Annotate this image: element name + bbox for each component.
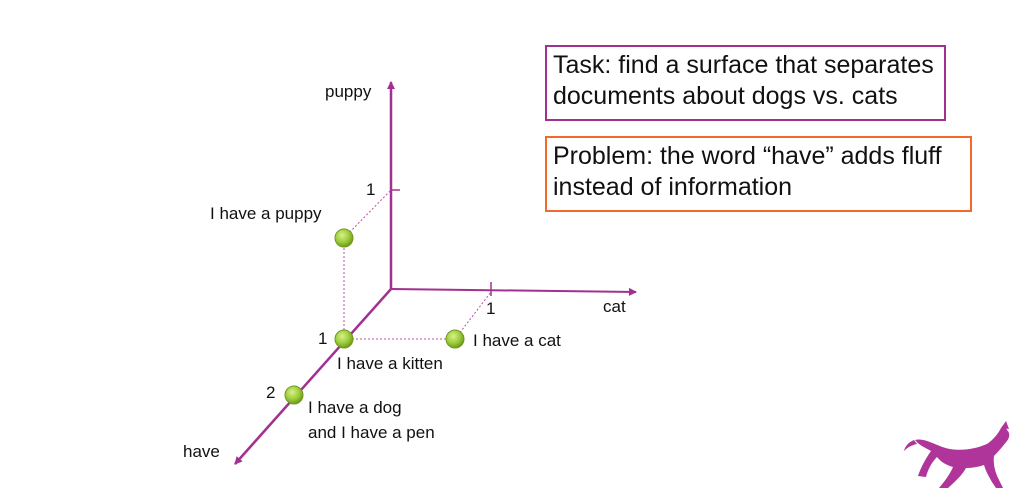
point-dog-label-line1: I have a dog <box>308 398 402 417</box>
cat-axis <box>390 287 637 296</box>
point-kitten <box>334 329 354 349</box>
point-dog-label-line2: and I have a pen <box>308 423 435 442</box>
puppy-tick-label: 1 <box>366 180 375 199</box>
point-cat <box>445 329 465 349</box>
point-kitten-label: I have a kitten <box>337 354 443 373</box>
task-line-2: documents about dogs vs. cats <box>553 82 898 110</box>
puppy-axis-label: puppy <box>325 82 372 101</box>
have-tick-label-1: 1 <box>318 329 327 348</box>
problem-line-1: Problem: the word “have” adds fluff <box>553 142 942 170</box>
point-cat-label: I have a cat <box>473 331 561 350</box>
cat-tick-label: 1 <box>486 299 495 318</box>
running-dog-icon <box>904 421 1010 488</box>
problem-line-2: instead of information <box>553 173 793 201</box>
task-line-1: Task: find a surface that separates <box>553 51 934 79</box>
have-tick-label-2: 2 <box>266 383 275 402</box>
point-dog <box>284 385 304 405</box>
problem-box: Problem: the word “have” adds fluff inst… <box>545 136 972 212</box>
have-axis-label: have <box>183 442 220 461</box>
point-puppy-label: I have a puppy <box>210 204 322 223</box>
task-box: Task: find a surface that separates docu… <box>545 45 946 121</box>
cat-axis-label: cat <box>603 297 626 316</box>
point-puppy <box>334 228 354 248</box>
